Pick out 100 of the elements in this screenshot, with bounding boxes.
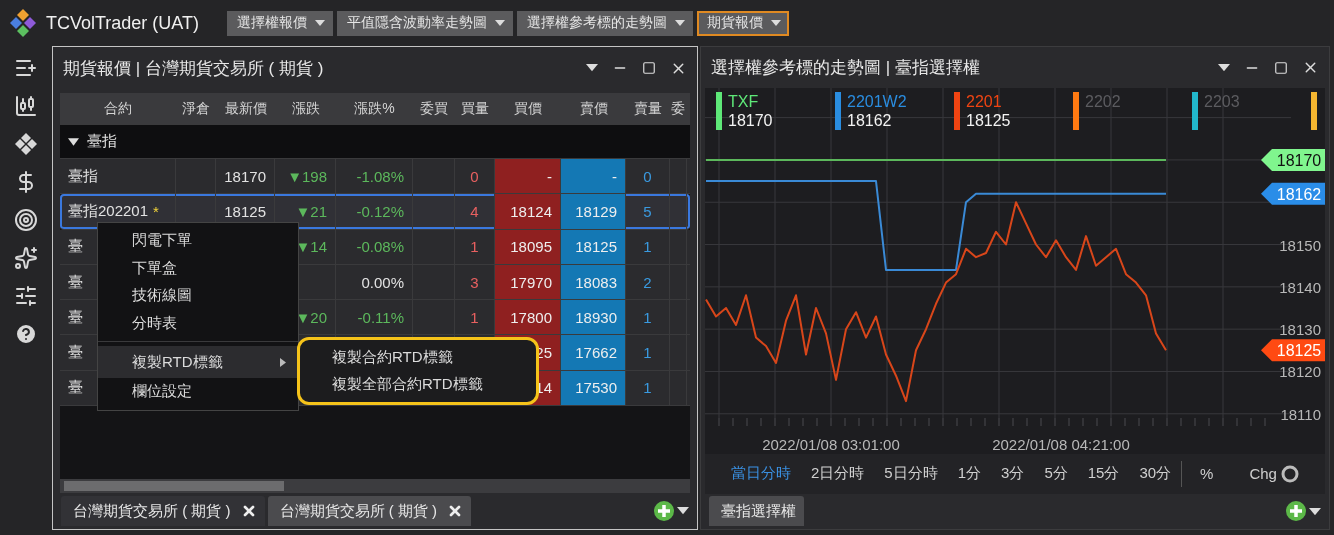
column-header[interactable]: 最新價: [216, 93, 275, 124]
table-cell: 1: [626, 229, 670, 264]
add-icon[interactable]: [1286, 501, 1306, 522]
sliders-icon[interactable]: [14, 284, 38, 308]
column-header[interactable]: 合約: [60, 93, 176, 124]
table-cell: 1: [626, 300, 670, 335]
axis-label: 18110: [1280, 406, 1321, 424]
window-tab[interactable]: 選擇權參考標的走勢圖: [517, 10, 694, 36]
axis-label: 2022/01/08 04:21:00: [992, 436, 1130, 454]
price-tag: 18125: [1261, 339, 1325, 362]
sparkles-icon[interactable]: [14, 246, 38, 270]
axis-label: 18150: [1279, 236, 1321, 254]
table-cell: 18083: [561, 264, 626, 300]
table-cell: -0.11%: [336, 300, 413, 335]
table-cell: -: [495, 159, 561, 194]
target-icon[interactable]: [14, 208, 38, 232]
candlestick-icon[interactable]: [14, 94, 38, 118]
table-row[interactable]: 臺指 18170 ▼198 -1.08% 0 - - 0: [60, 159, 690, 195]
panel-title: 選擇權參考標的走勢圖 | 臺指選擇權: [711, 57, 981, 80]
table-cell: 2: [626, 264, 670, 300]
timeframe-button[interactable]: 2日分時: [801, 464, 875, 484]
table-cell: 1: [626, 335, 670, 370]
tab-label: 台灣期貨交易所 ( 期貨 ): [73, 501, 231, 521]
timeframe-button[interactable]: 當日分時: [721, 464, 801, 484]
legend-value: 18125: [966, 111, 1011, 131]
timeframe-button[interactable]: 15分: [1077, 464, 1130, 484]
column-header[interactable]: 賣量: [626, 93, 670, 124]
legend-value: 18170: [728, 111, 773, 131]
table-cell: 18129: [561, 194, 626, 229]
column-header[interactable]: 委: [670, 93, 686, 124]
legend-name: 2201: [966, 92, 1003, 112]
mode-button[interactable]: Chg: [1231, 465, 1295, 483]
help-icon[interactable]: [14, 322, 38, 346]
caret-icon[interactable]: [315, 20, 326, 26]
table-cell: 17800: [495, 300, 561, 335]
submenu-arrow-icon: [280, 357, 286, 367]
table-cell: 17530: [561, 370, 626, 406]
panel-title: 期貨報價 | 台灣期貨交易所 ( 期貨 ): [63, 57, 325, 80]
price-tag: 18170: [1261, 149, 1325, 172]
tab-label: 台灣期貨交易所 ( 期貨 ): [279, 501, 437, 521]
column-header[interactable]: 買價: [495, 93, 561, 124]
axis-label: 18120: [1279, 363, 1321, 381]
table-cell: 0: [626, 159, 670, 194]
legend-name: TXF: [728, 92, 760, 112]
table-cell: 0.00%: [336, 264, 413, 300]
price-tag: 18162: [1261, 183, 1325, 206]
window-tab[interactable]: 選擇權報價: [227, 10, 334, 36]
column-header[interactable]: 買量: [455, 93, 495, 124]
flag-mark: *: [153, 202, 159, 220]
table-cell: ▼198: [275, 159, 336, 194]
caret-icon[interactable]: [675, 20, 686, 26]
menu-item[interactable]: 複製RTD標籤: [98, 346, 298, 378]
document-tab[interactable]: 台灣期貨交易所 ( 期貨 ): [61, 496, 265, 526]
window-tab[interactable]: 期貨報價: [697, 10, 790, 36]
contract-name: 臺指202201: [68, 201, 149, 221]
dropdown-icon[interactable]: [586, 64, 598, 72]
timeframe-button[interactable]: 5分: [1034, 464, 1078, 484]
legend-value: 18162: [847, 111, 893, 131]
group-label: 臺指: [87, 132, 117, 151]
maximize-icon[interactable]: [642, 61, 656, 75]
document-tab[interactable]: 台灣期貨交易所 ( 期貨 ): [267, 496, 471, 526]
table-cell: 17662: [561, 335, 626, 370]
close-icon[interactable]: [447, 503, 463, 519]
table-cell: 臺指: [60, 159, 176, 194]
document-tab[interactable]: 臺指選擇權: [709, 496, 804, 527]
dropdown-icon[interactable]: [1218, 64, 1230, 72]
ring-icon: [1280, 464, 1299, 483]
column-header[interactable]: 委買: [413, 93, 455, 124]
table-cell: -0.12%: [336, 194, 413, 229]
maximize-icon[interactable]: [1274, 60, 1288, 75]
legend-name-muted: 2203: [1204, 92, 1240, 112]
column-header[interactable]: 漲跌: [275, 93, 336, 124]
expand-caret-icon[interactable]: [68, 137, 79, 146]
table-cell: 18930: [561, 300, 626, 335]
timeframe-button[interactable]: 5日分時: [874, 464, 948, 484]
scrollbar[interactable]: [60, 479, 690, 493]
table-cell: 1: [626, 370, 670, 406]
table-row[interactable]: 臺指202201 * 18125 ▼21 -0.12% 4 18124 18129 5: [60, 194, 690, 230]
window-tab[interactable]: 平值隱含波動率走勢圖: [337, 10, 514, 36]
caret-icon[interactable]: [771, 20, 782, 26]
timeframe-button[interactable]: 30分: [1129, 464, 1182, 484]
add-icon[interactable]: [654, 501, 674, 521]
table-cell: 18125: [561, 229, 626, 264]
timeframe-button[interactable]: 3分: [991, 464, 1035, 484]
legend-name-muted: 2202: [1085, 92, 1121, 112]
caret-icon[interactable]: [677, 507, 689, 515]
axis-label: 18130: [1279, 321, 1321, 339]
table-cell: -: [561, 159, 626, 194]
timeframe-button[interactable]: 1分: [947, 464, 992, 484]
diamonds-icon[interactable]: [14, 132, 38, 156]
mode-button[interactable]: %: [1182, 465, 1232, 483]
app-title: TCVolTrader (UAT): [46, 12, 200, 34]
table-cell: 18124: [495, 194, 561, 229]
column-header[interactable]: 漲跌%: [336, 93, 413, 124]
table-cell: 17970: [495, 264, 561, 300]
table-cell: 18170: [216, 159, 275, 194]
caret-icon[interactable]: [1309, 507, 1321, 515]
caret-icon[interactable]: [495, 20, 506, 26]
column-header[interactable]: 淨倉: [176, 93, 216, 124]
column-header[interactable]: 賣價: [561, 93, 626, 124]
